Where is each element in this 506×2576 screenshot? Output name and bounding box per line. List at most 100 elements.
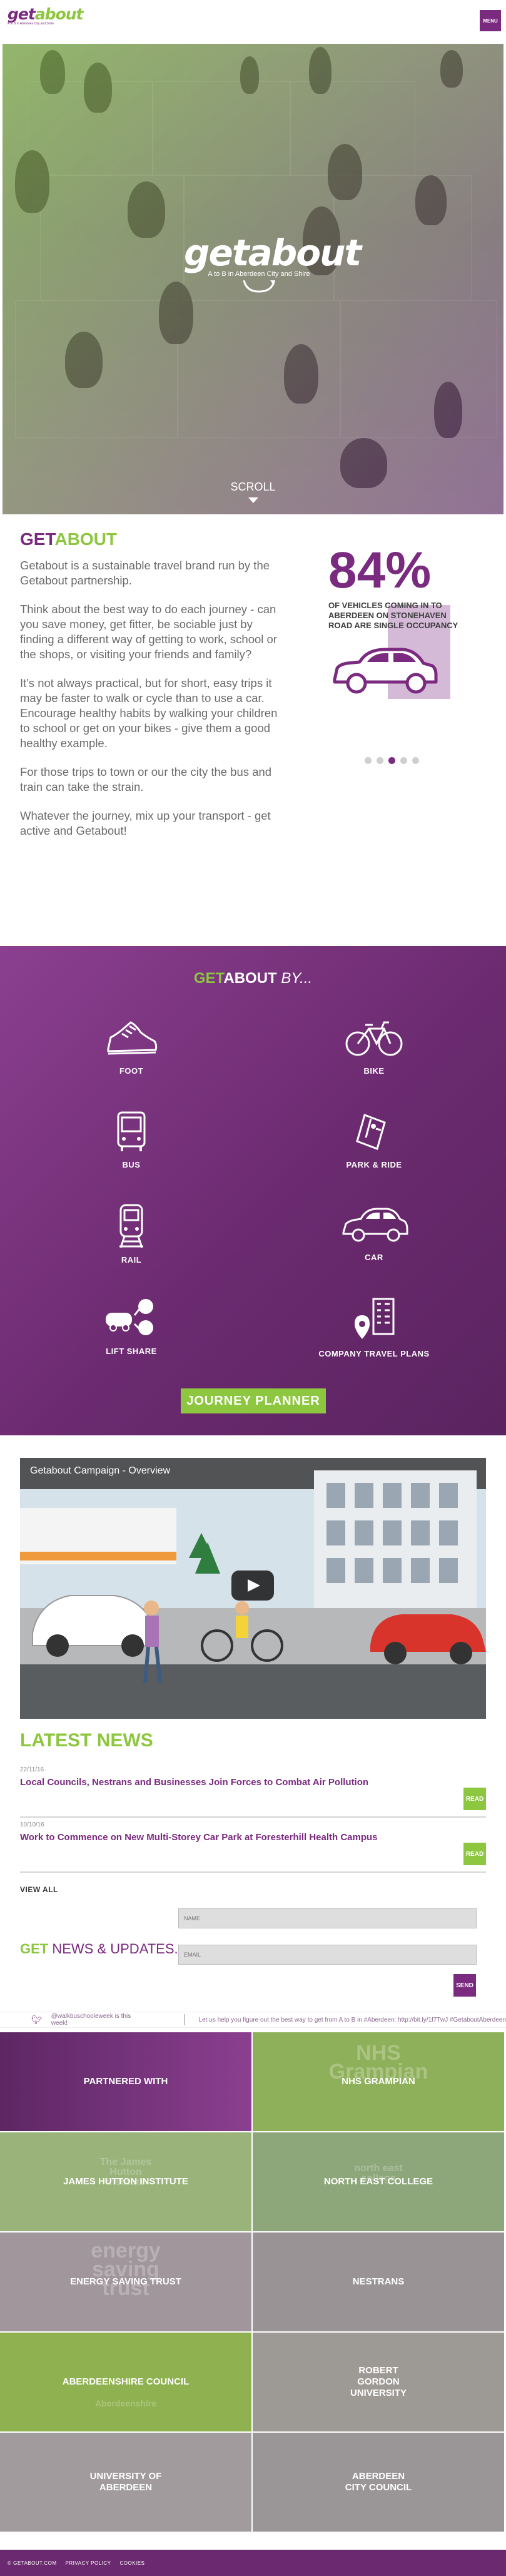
email-field[interactable] bbox=[178, 1945, 477, 1965]
partner-tile[interactable]: energy saving trust ENERGY SAVING TRUST bbox=[0, 2232, 251, 2331]
news-title[interactable]: Local Councils, Nestrans and Businesses … bbox=[20, 1777, 445, 1788]
partner-logo-text: energy saving trust bbox=[91, 2239, 161, 2300]
car-icon bbox=[342, 1208, 408, 1242]
partner-tile[interactable]: UNIVERSITY OF ABERDEEN bbox=[0, 2433, 251, 2532]
by-heading-by: BY... bbox=[276, 970, 313, 987]
news-title[interactable]: Work to Commence on New Multi-Storey Car… bbox=[20, 1832, 445, 1843]
partner-tile[interactable]: NHS Grampian NHS GRAMPIAN bbox=[253, 2032, 504, 2131]
bike-icon bbox=[345, 1021, 403, 1056]
carousel-dot[interactable] bbox=[377, 757, 383, 764]
read-button[interactable]: READ bbox=[463, 1843, 486, 1865]
twitter-ticker: 🐦︎ @walkbuschooleweek is this week! Let … bbox=[0, 2012, 506, 2028]
mode-lift-share[interactable]: LIFT SHARE bbox=[63, 1296, 200, 1356]
scroll-indicator[interactable]: SCROLL bbox=[3, 481, 503, 503]
signup-heading-get: GET bbox=[20, 1941, 49, 1957]
mode-label: COMPANY TRAVEL PLANS bbox=[318, 1349, 430, 1358]
tweet-text[interactable]: Let us help you figure out the best way … bbox=[199, 2017, 506, 2024]
tweet-text[interactable]: @walkbuschooleweek is this week! bbox=[51, 2013, 147, 2027]
partner-tile: PARTNERED WITH bbox=[0, 2032, 251, 2131]
stat-caption: OF VEHICLES COMING IN TO ABERDEEN ON STO… bbox=[328, 601, 458, 630]
footer-copyright: © GETABOUT.COM bbox=[8, 2560, 57, 2566]
partner-tile[interactable]: Aberdeenshire ABERDEENSHIRE COUNCIL bbox=[0, 2333, 251, 2431]
getabout-by-heading: GETABOUT BY... bbox=[0, 970, 506, 987]
privacy-policy-link[interactable]: PRIVACY POLICY bbox=[66, 2560, 111, 2566]
hero-banner: getabout A to B in Aberdeen City and Shi… bbox=[3, 44, 503, 514]
about-section: GETABOUT Getabout is a sustainable trave… bbox=[0, 514, 506, 946]
scroll-arrow-icon bbox=[248, 497, 258, 503]
journey-planner-button[interactable]: JOURNEY PLANNER bbox=[181, 1388, 326, 1413]
stat-value: 84% bbox=[328, 542, 432, 599]
mode-rail[interactable]: RAIL bbox=[63, 1203, 200, 1265]
about-heading: GETABOUT bbox=[20, 529, 289, 549]
about-paragraph: It's not always practical, but for short… bbox=[20, 676, 278, 750]
news-item[interactable]: 22/11/16 Local Councils, Nestrans and Bu… bbox=[20, 1763, 486, 1818]
getabout-by-section: GETABOUT BY... FOOT BIKE BUS PARK & RIDE… bbox=[0, 946, 506, 1435]
partner-label: ENERGY SAVING TRUST bbox=[70, 2276, 181, 2287]
logo-text-about: about bbox=[34, 5, 84, 23]
mode-label: BUS bbox=[122, 1160, 141, 1169]
newsletter-signup: GET NEWS & UPDATES... SEND bbox=[20, 1908, 486, 2002]
cookies-link[interactable]: COOKIES bbox=[119, 2560, 144, 2566]
by-heading-about: ABOUT bbox=[223, 970, 277, 987]
stat-slide: 84% OF VEHICLES COMING IN TO ABERDEEN ON… bbox=[328, 542, 485, 701]
partner-label: ABERDEEN CITY COUNCIL bbox=[345, 2471, 412, 2493]
news-heading: LATEST NEWS bbox=[20, 1730, 153, 1751]
partner-logo-text: NHS Grampian bbox=[328, 2041, 428, 2084]
partner-label: PARTNERED WITH bbox=[83, 2076, 168, 2087]
name-field[interactable] bbox=[178, 1908, 477, 1928]
mode-company-travel-plans[interactable]: COMPANY TRAVEL PLANS bbox=[305, 1296, 443, 1358]
mode-foot[interactable]: FOOT bbox=[63, 1016, 200, 1076]
mode-label: FOOT bbox=[119, 1066, 144, 1076]
about-paragraph: Whatever the journey, mix up your transp… bbox=[20, 809, 271, 837]
mode-park-and-ride[interactable]: PARK & RIDE bbox=[305, 1110, 443, 1169]
video-embed[interactable]: Getabout Campaign - Overview bbox=[20, 1458, 486, 1719]
shoe-icon bbox=[107, 1021, 158, 1055]
news-date: 22/11/16 bbox=[20, 1766, 44, 1773]
partner-label: NESTRANS bbox=[352, 2276, 405, 2287]
site-footer: © GETABOUT.COM PRIVACY POLICY COOKIES bbox=[0, 2550, 506, 2576]
mode-bus[interactable]: BUS bbox=[63, 1110, 200, 1169]
carousel-dot-active[interactable] bbox=[388, 757, 395, 764]
building-icon bbox=[355, 1298, 395, 1339]
partner-tile[interactable]: ROBERT GORDON UNIVERSITY bbox=[253, 2333, 504, 2431]
bus-icon bbox=[117, 1111, 146, 1151]
scroll-label: SCROLL bbox=[230, 481, 276, 493]
site-logo[interactable]: getabout A to B in Aberdeen City and Shi… bbox=[8, 5, 84, 36]
mode-label: CAR bbox=[365, 1253, 383, 1262]
partner-tile[interactable]: NESTRANS bbox=[253, 2232, 504, 2331]
about-text: GETABOUT Getabout is a sustainable trave… bbox=[20, 529, 289, 852]
about-paragraph: Getabout is a sustainable travel brand r… bbox=[20, 559, 270, 587]
partner-label: ROBERT GORDON UNIVERSITY bbox=[350, 2365, 407, 2398]
site-header: getabout A to B in Aberdeen City and Shi… bbox=[0, 0, 506, 44]
partner-tile[interactable]: ABERDEEN CITY COUNCIL bbox=[253, 2433, 504, 2532]
partner-label: NHS GRAMPIAN bbox=[342, 2076, 415, 2087]
partner-label: JAMES HUTTON INSTITUTE bbox=[63, 2176, 188, 2187]
partner-tile[interactable]: The James Hutton Institute JAMES HUTTON I… bbox=[0, 2132, 251, 2231]
by-heading-get: GET bbox=[193, 970, 224, 987]
send-button[interactable]: SEND bbox=[453, 1974, 476, 1997]
about-heading-about: ABOUT bbox=[54, 529, 118, 549]
carousel-dot[interactable] bbox=[412, 757, 419, 764]
view-all-link[interactable]: VIEW ALL bbox=[20, 1885, 486, 1894]
carousel-dot[interactable] bbox=[365, 757, 372, 764]
mode-car[interactable]: CAR bbox=[305, 1203, 443, 1262]
carousel-dots bbox=[365, 757, 419, 764]
partner-label: UNIVERSITY OF ABERDEEN bbox=[89, 2471, 162, 2493]
read-button[interactable]: READ bbox=[463, 1788, 486, 1810]
play-button[interactable] bbox=[231, 1571, 274, 1601]
partner-logo-text: Aberdeenshire bbox=[94, 2398, 157, 2408]
mode-label: BIKE bbox=[363, 1066, 385, 1076]
about-paragraph: Think about the best way to do each jour… bbox=[20, 603, 278, 661]
car-icon bbox=[328, 642, 485, 701]
logo-text-get: get bbox=[8, 5, 36, 23]
hero-logo: getabout A to B in Aberdeen City and Shi… bbox=[184, 232, 362, 297]
menu-button[interactable]: MENU bbox=[480, 10, 501, 31]
about-paragraph: For those trips to town or our the city … bbox=[20, 765, 272, 793]
mode-label: RAIL bbox=[121, 1255, 142, 1265]
partner-tile[interactable]: north east college NORTH EAST COLLEGE bbox=[253, 2132, 504, 2231]
ticket-icon bbox=[356, 1114, 386, 1150]
video-title: Getabout Campaign - Overview bbox=[30, 1465, 171, 1476]
news-item[interactable]: 10/10/16 Work to Commence on New Multi-S… bbox=[20, 1818, 486, 1873]
mode-bike[interactable]: BIKE bbox=[305, 1016, 443, 1076]
carousel-dot[interactable] bbox=[400, 757, 407, 764]
